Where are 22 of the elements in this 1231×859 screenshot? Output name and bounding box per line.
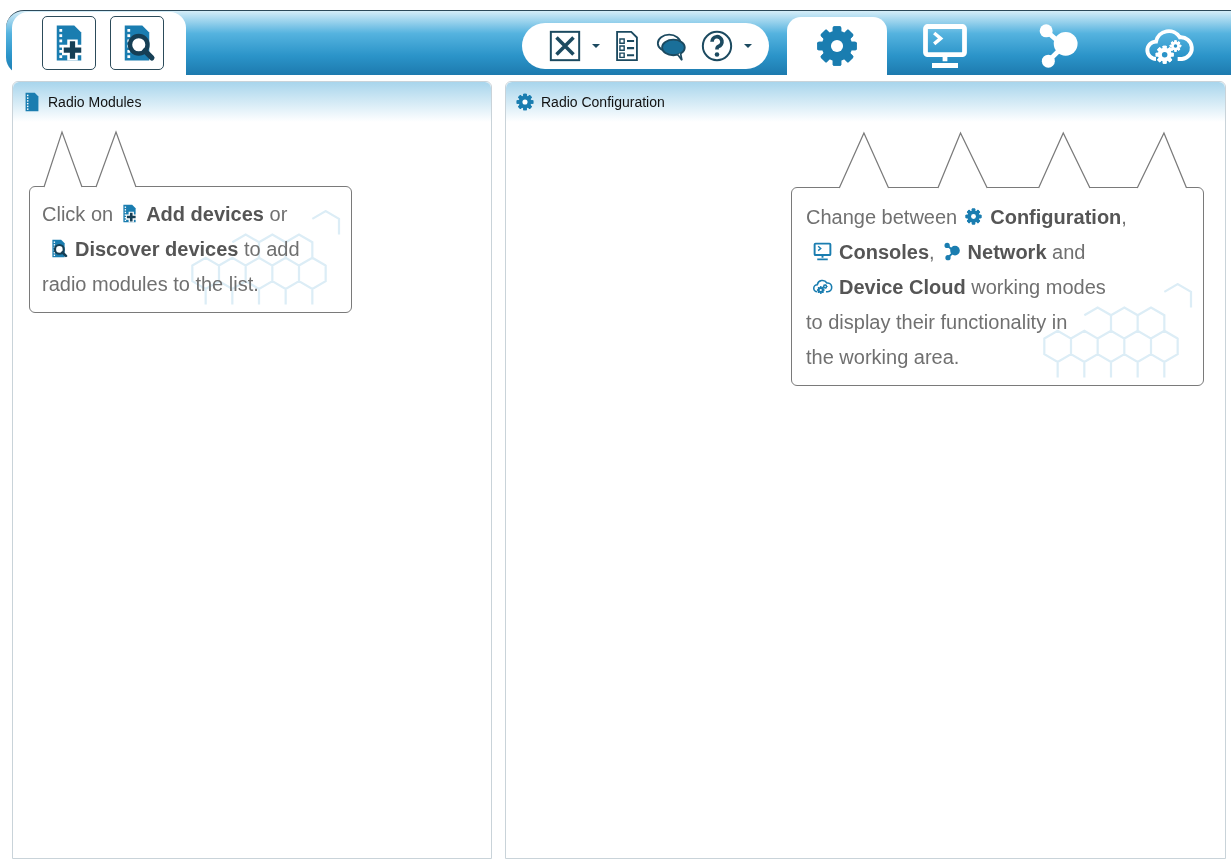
hint-text: Configuration, xyxy=(990,206,1127,228)
add-devices-button[interactable] xyxy=(42,16,96,70)
hint-text: Consoles, xyxy=(839,241,935,263)
discover-devices-button[interactable] xyxy=(110,16,164,70)
hint-text: to display their functionality in xyxy=(806,311,1068,333)
monitor-icon xyxy=(812,241,833,262)
hint-text: Change between xyxy=(806,206,958,228)
gear-icon xyxy=(514,91,536,113)
hint-text: Click on xyxy=(42,203,114,225)
panel-title: Radio Configuration xyxy=(541,94,665,110)
hint-text: Add devices or xyxy=(146,203,288,225)
hint-text: Discover devices to add xyxy=(75,238,300,260)
hint-text: the working area. xyxy=(806,346,960,368)
caret-icon xyxy=(744,44,752,48)
hint-text: Device Cloud working modes xyxy=(839,276,1106,298)
hint-text: radio modules to the list. xyxy=(42,273,259,295)
mode-tab[interactable] xyxy=(787,17,887,75)
panel-title: Radio Modules xyxy=(48,94,142,110)
hint-text: Network and xyxy=(967,241,1086,263)
tools-icon xyxy=(548,29,582,63)
help-icon xyxy=(700,29,734,63)
caret-icon xyxy=(592,44,600,48)
